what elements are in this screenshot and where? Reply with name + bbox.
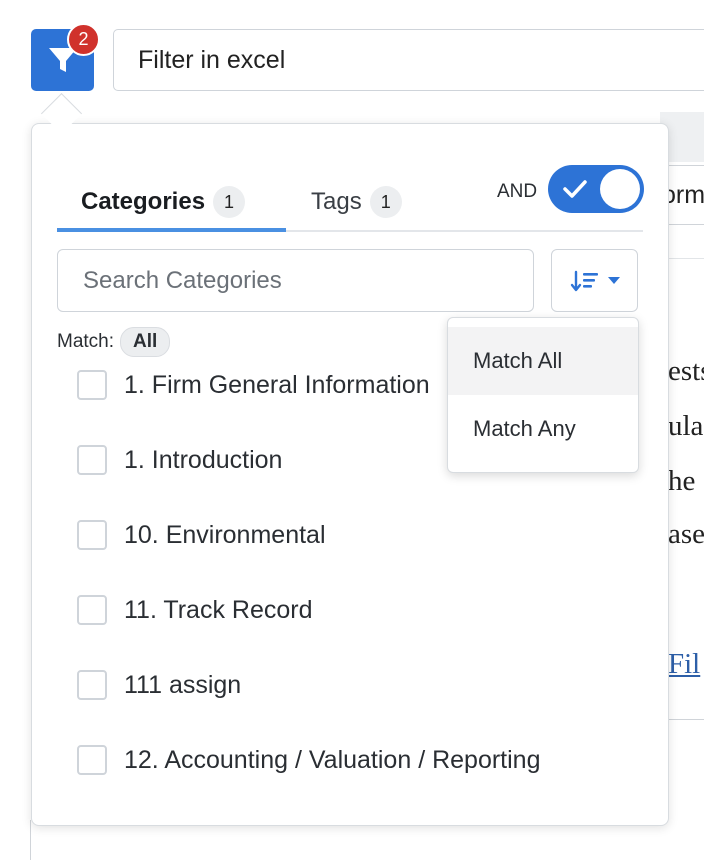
list-item[interactable]: 111 assign (77, 670, 241, 700)
list-item[interactable]: 1. Introduction (77, 445, 282, 475)
background-divider (30, 820, 31, 860)
filter-search-value: Filter in excel (138, 45, 286, 74)
filter-popover: Categories 1 Tags 1 AND Match: All (31, 123, 669, 826)
caret-down-icon (607, 276, 620, 284)
sort-descending-icon (570, 270, 598, 291)
filter-count-badge: 2 (67, 23, 100, 56)
match-mode-menu: Match All Match Any (447, 317, 639, 473)
category-checkbox[interactable] (77, 445, 107, 475)
and-operator-toggle[interactable] (548, 165, 644, 213)
category-label: 10. Environmental (124, 520, 326, 549)
list-item[interactable]: 10. Environmental (77, 520, 326, 550)
category-search-input[interactable] (57, 249, 534, 312)
category-checkbox[interactable] (77, 670, 107, 700)
filter-search-input[interactable]: Filter in excel (113, 29, 704, 91)
tab-tags-label: Tags (311, 188, 362, 215)
background-text-line: ula (668, 410, 704, 442)
list-item[interactable]: 12. Accounting / Valuation / Reporting (77, 745, 540, 775)
menu-item-match-all[interactable]: Match All (448, 327, 638, 395)
active-tab-indicator (57, 228, 286, 232)
operator-label: AND (497, 181, 538, 202)
category-label: 11. Track Record (124, 595, 313, 624)
background-text-line: he (668, 465, 696, 497)
list-item[interactable]: 1. Firm General Information (77, 370, 430, 400)
category-label: 12. Accounting / Valuation / Reporting (124, 745, 541, 774)
category-checkbox[interactable] (77, 370, 107, 400)
match-mode-row: Match: All (57, 327, 171, 357)
tab-tags-count: 1 (369, 186, 402, 218)
category-checkbox[interactable] (77, 745, 107, 775)
menu-item-match-any[interactable]: Match Any (448, 395, 638, 463)
category-checkbox[interactable] (77, 595, 107, 625)
category-checkbox[interactable] (77, 520, 107, 550)
category-label: 1. Firm General Information (124, 370, 430, 399)
category-label: 111 assign (124, 670, 242, 699)
background-link[interactable]: Fil (668, 648, 700, 681)
tab-categories-count: 1 (213, 186, 246, 218)
toggle-knob (600, 169, 640, 209)
tab-tags[interactable]: Tags 1 (311, 174, 402, 230)
category-label: 1. Introduction (124, 445, 283, 474)
background-text-line: ests (668, 355, 704, 387)
background-text-line: ase (668, 518, 704, 550)
match-label: Match: (57, 331, 115, 352)
tab-categories-label: Categories (81, 188, 206, 215)
list-item[interactable]: 11. Track Record (77, 595, 313, 625)
sort-dropdown-button[interactable] (551, 249, 638, 312)
check-icon (563, 180, 587, 198)
tab-categories[interactable]: Categories 1 (81, 174, 246, 230)
match-mode-pill[interactable]: All (120, 327, 171, 357)
